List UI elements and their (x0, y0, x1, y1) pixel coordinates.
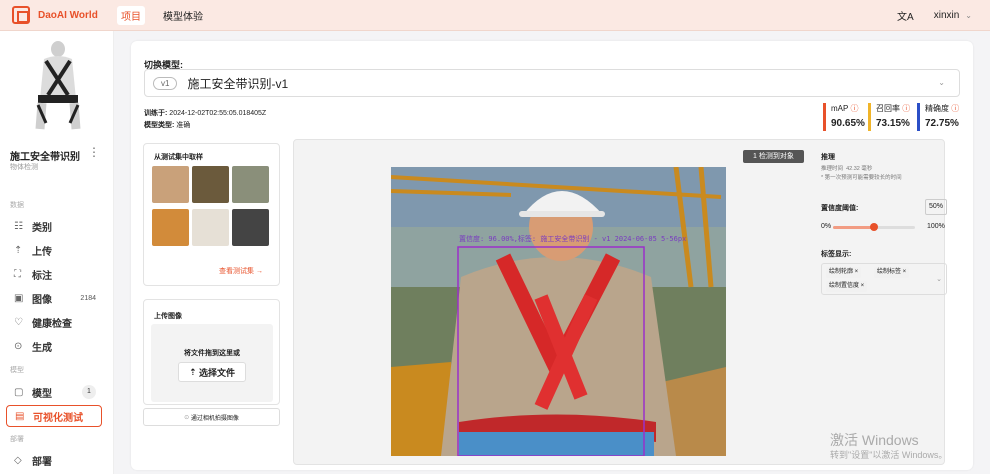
model-select[interactable]: v1 施工安全带识别-v1 ⌄ (144, 69, 960, 97)
metric-recall: 召回率 ⓘ 73.15% (868, 103, 910, 131)
chip-draw-label[interactable]: 绘制标签 × (874, 267, 910, 278)
slider-handle[interactable] (870, 223, 878, 231)
detection-label: 置信度: 96.00%,标签: 施工安全带识别 - v1 2024-06-05 … (459, 234, 686, 243)
sample-thumbnail[interactable] (152, 209, 189, 246)
version-tag: v1 (153, 76, 178, 90)
sidebar-item-health-check[interactable]: ♡ 健康检查 (6, 311, 102, 333)
drop-zone[interactable]: 将文件拖到这里或 ⇡ 选择文件 (151, 324, 273, 402)
model-count-badge: 1 (82, 385, 96, 399)
sidebar-item-classes[interactable]: ☷ 类别 (6, 215, 102, 237)
image-icon: ▣ (14, 292, 24, 304)
drop-text: 将文件拖到这里或 (184, 350, 240, 357)
inference-time: 推理时间 42.32 毫秒 (821, 166, 873, 172)
upload-card: 上传图像 将文件拖到这里或 ⇡ 选择文件 (143, 299, 280, 405)
inference-image: 置信度: 96.00%,标签: 施工安全带识别 - v1 2024-06-05 … (391, 167, 726, 456)
settings-panel: 推理 推理时间 42.32 毫秒 * 第一次预测可能需要较长的时间 置信度阈值:… (821, 139, 959, 465)
folder-icon: ▢ (14, 386, 24, 398)
section-label-model: 模型 (10, 367, 24, 374)
sample-card: 从测试集中取样 查看测试集 → (143, 143, 280, 286)
inference-note: * 第一次预测可能需要较长的时间 (821, 175, 902, 181)
sidebar-item-upload[interactable]: ⇡ 上传 (6, 239, 102, 261)
nav-projects[interactable]: 项目 (117, 5, 145, 25)
more-options-icon[interactable]: ⋮ (88, 145, 100, 159)
info-icon: ⓘ (951, 104, 960, 113)
user-menu[interactable]: xinxin (934, 10, 960, 21)
camera-capture-button[interactable]: ⊙ 通过相机拍摄图像 (143, 408, 280, 426)
sample-thumbnail[interactable] (192, 166, 229, 203)
list-icon: ☷ (14, 220, 23, 232)
sidebar-item-images[interactable]: ▣ 图像 2184 (6, 287, 102, 309)
sample-card-title: 从测试集中取样 (154, 154, 203, 161)
camera-icon: ⊙ (184, 414, 190, 421)
chevron-down-icon[interactable]: ⌄ (965, 11, 972, 20)
activate-windows-title: 激活 Windows (830, 432, 919, 448)
slider-fill (833, 226, 874, 229)
image-count: 2184 (80, 294, 96, 302)
sample-thumbnail[interactable] (192, 209, 229, 246)
upload-icon: ⇡ (14, 244, 23, 256)
generate-icon: ⊙ (14, 340, 23, 352)
tag-display-select[interactable]: 绘制轮廓 × 绘制标签 × 绘制置信度 × ⌄ (821, 263, 947, 295)
health-icon: ♡ (14, 316, 23, 328)
metric-map: mAP ⓘ 90.65% (823, 103, 865, 131)
section-label-deploy: 部署 (10, 436, 24, 443)
inference-title: 推理 (821, 154, 835, 161)
trained-at: 训练于: 2024-12-02T02:55:05.018405Z (144, 110, 267, 117)
sidebar: 施工安全带识别 ⋮ 物体检测 数据 ☷ 类别 ⇡ 上传 ⛶ 标注 ▣ 图像 21… (0, 31, 114, 474)
model-type-row: 模型类型: 准确 (144, 122, 191, 129)
brand-logo-icon (12, 6, 30, 24)
annotate-icon: ⛶ (14, 268, 21, 280)
model-type: 物体检测 (10, 164, 38, 171)
slider-min-label: 0% (821, 223, 832, 230)
brand[interactable]: DaoAI World (12, 6, 117, 24)
sidebar-item-generate[interactable]: ⊙ 生成 (6, 335, 102, 357)
section-label-data: 数据 (10, 202, 24, 209)
sidebar-item-deploy[interactable]: ◇ 部署 (6, 449, 102, 471)
test-icon: ▤ (15, 410, 25, 422)
slider-max-label: 100% (927, 223, 945, 230)
sample-thumbnail[interactable] (152, 166, 189, 203)
model-thumbnail (22, 39, 94, 131)
nav-model-experience[interactable]: 模型体验 (159, 6, 207, 25)
activate-windows-subtitle: 转到"设置"以激活 Windows。 (830, 450, 948, 460)
threshold-slider[interactable] (833, 223, 915, 231)
chevron-down-icon[interactable]: ⌄ (938, 78, 945, 87)
choose-file-button[interactable]: ⇡ 选择文件 (178, 362, 246, 382)
upload-icon: ⇡ (188, 366, 197, 377)
threshold-title: 置信度阈值: (821, 205, 859, 212)
info-icon: ⓘ (902, 104, 911, 113)
detection-count-badge: 1 检测到对象 (743, 150, 804, 163)
sidebar-item-annotate[interactable]: ⛶ 标注 (6, 263, 102, 285)
model-name: 施工安全带识别 (10, 152, 80, 163)
tag-icon: ◇ (14, 454, 22, 466)
threshold-input[interactable]: 50% (925, 199, 947, 215)
selected-model-name: 施工安全带识别-v1 (187, 76, 289, 91)
tag-display-title: 标签显示: (821, 251, 852, 258)
sample-thumbnail[interactable] (232, 209, 269, 246)
sample-thumbnail[interactable] (232, 166, 269, 203)
upload-card-title: 上传图像 (154, 313, 182, 320)
brand-name: DaoAI World (38, 9, 98, 21)
chevron-down-icon[interactable]: ⌄ (936, 275, 942, 283)
view-test-set-link[interactable]: 查看测试集 → (219, 266, 263, 276)
sidebar-item-models[interactable]: ▢ 模型 1 (6, 381, 102, 403)
metric-precision: 精确度 ⓘ 72.75% (917, 103, 959, 131)
top-bar: DaoAI World 项目 模型体验 文A xinxin ⌄ (0, 0, 990, 31)
chip-draw-contour[interactable]: 绘制轮廓 × (826, 267, 862, 278)
sidebar-item-visual-test[interactable]: ▤ 可视化测试 (6, 405, 102, 427)
chip-draw-confidence[interactable]: 绘制置信度 × (826, 281, 868, 292)
language-icon[interactable]: 文A (897, 8, 914, 23)
main-panel: 切换模型: v1 施工安全带识别-v1 ⌄ 训练于: 2024-12-02T02… (131, 41, 973, 470)
info-icon: ⓘ (850, 104, 859, 113)
